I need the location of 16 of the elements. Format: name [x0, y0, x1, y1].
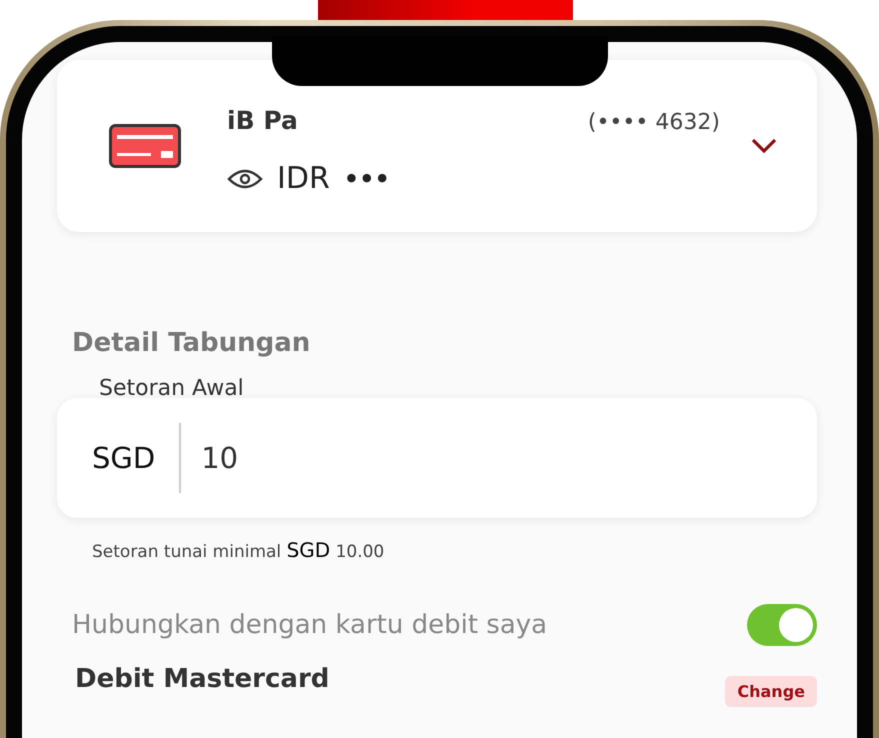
toggle-switch[interactable]: [747, 604, 817, 646]
chevron-down-icon[interactable]: [751, 138, 777, 154]
account-balance: •••: [344, 164, 390, 192]
minimum-deposit-hint: Setoran tunai minimal SGD 10.00: [92, 538, 386, 562]
card-icon: [109, 124, 181, 168]
link-debit-label: Hubungkan dengan kartu debit saya: [72, 610, 548, 640]
deposit-field[interactable]: SGD 10: [57, 398, 817, 518]
currency-label: SGD: [92, 441, 156, 475]
account-number: (•••• 4632): [588, 110, 720, 135]
account-currency: IDR: [277, 161, 330, 196]
change-button[interactable]: Change: [725, 676, 817, 707]
field-label: Setoran Awal: [99, 376, 244, 401]
account-card[interactable]: iB Pa (•••• 4632) IDR •••: [57, 60, 817, 232]
debit-card-name: Debit Mastercard: [75, 664, 330, 694]
account-name: iB Pa: [227, 106, 298, 135]
section-title: Detail Tabungan: [72, 328, 312, 358]
